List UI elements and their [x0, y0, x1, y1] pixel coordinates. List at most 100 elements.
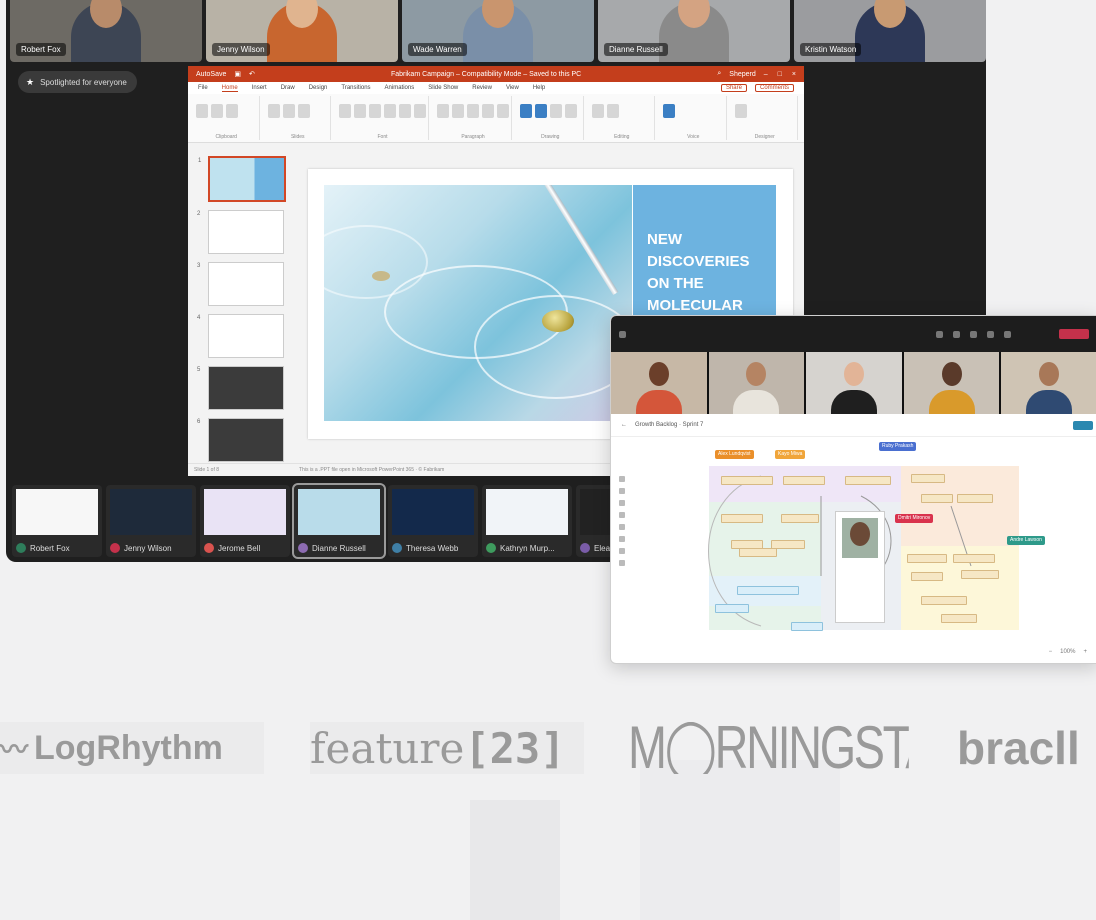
ribbon-buttons[interactable]	[518, 96, 583, 126]
slide-thumbnail[interactable]: 3	[197, 262, 284, 306]
close-icon[interactable]: ×	[792, 71, 796, 78]
sticky-note[interactable]	[783, 476, 825, 485]
avatar	[110, 543, 120, 553]
people-icon[interactable]	[953, 330, 960, 338]
slide-thumbnail[interactable]: 5	[197, 366, 284, 410]
sticky-note[interactable]	[957, 494, 993, 503]
undo-icon[interactable]: ↶	[249, 70, 255, 78]
participant-tile[interactable]: Kristin Watson	[794, 0, 986, 62]
comments-button[interactable]: Comments	[754, 84, 794, 92]
ppt-ribbon: Clipboard Slides Font Paragraph Drawing Editi…	[188, 94, 804, 143]
zoom-in-icon[interactable]: +	[1083, 649, 1087, 655]
menu-icon[interactable]	[619, 330, 626, 338]
autosave-toggle[interactable]: AutoSave	[196, 71, 226, 78]
save-icon[interactable]: ▣	[234, 70, 241, 78]
sticky-note[interactable]	[907, 554, 947, 563]
ribbon-buttons[interactable]	[661, 96, 726, 126]
maximize-icon[interactable]: □	[778, 71, 782, 78]
board-title: Growth Backlog · Sprint 7	[635, 422, 704, 428]
ribbon-buttons[interactable]	[435, 96, 511, 126]
whiteboard-participant-tile[interactable]	[903, 352, 1000, 414]
menu-item[interactable]: Transitions	[341, 85, 370, 91]
sticky-note[interactable]	[961, 570, 999, 579]
zoom-controls: − 100% +	[1049, 649, 1087, 655]
menu-item[interactable]: Insert	[252, 85, 267, 91]
sticky-note[interactable]	[739, 548, 777, 557]
menu-item[interactable]: File	[198, 85, 208, 91]
menu-item[interactable]: Review	[472, 85, 492, 91]
participant-name: Dianne Russell	[604, 43, 668, 56]
share-chip[interactable]	[1073, 420, 1093, 430]
minimize-icon[interactable]: –	[764, 71, 768, 78]
shared-screen-tile[interactable]: Robert Fox	[12, 485, 102, 557]
shared-screen-tile[interactable]: Jerome Bell	[200, 485, 290, 557]
menu-item[interactable]: Home	[221, 85, 238, 92]
ribbon-buttons[interactable]	[194, 96, 259, 126]
whiteboard-canvas[interactable]: Alex Lundqvist Kayo Miwa Ruby Prakash Dmitr…	[611, 436, 1096, 663]
sticky-note[interactable]	[845, 476, 891, 485]
owner-name: Jerome Bell	[218, 543, 261, 553]
sticky-note[interactable]	[721, 514, 763, 523]
participant-tile[interactable]: Dianne Russell	[598, 0, 790, 62]
slide-number: 2	[197, 211, 201, 217]
menu-item[interactable]: Help	[533, 85, 545, 91]
menu-item[interactable]: Slide Show	[428, 85, 458, 91]
morningstar-wordmark: M◯RNINGSTAR	[628, 722, 909, 774]
sticky-note[interactable]	[911, 572, 943, 581]
camera-icon[interactable]	[987, 330, 994, 338]
sticky-note[interactable]	[941, 614, 977, 623]
slide-thumbnail[interactable]: 2	[197, 210, 284, 254]
whiteboard-participant-tile[interactable]	[1001, 352, 1096, 414]
shared-screen-tile[interactable]: Dianne Russell	[292, 483, 386, 559]
sticky-note[interactable]	[737, 586, 799, 595]
ribbon-buttons[interactable]	[590, 96, 655, 126]
participant-face	[1039, 362, 1060, 386]
sticky-note[interactable]	[921, 596, 967, 605]
menu-item[interactable]: Draw	[281, 85, 295, 91]
sticky-note[interactable]	[791, 622, 823, 631]
sticky-note[interactable]	[911, 474, 945, 483]
participant-tile[interactable]: Wade Warren	[402, 0, 594, 62]
leave-button[interactable]	[1059, 329, 1089, 339]
ribbon-buttons[interactable]	[266, 96, 331, 126]
whiteboard-participant-tile[interactable]	[806, 352, 902, 414]
participant-tile[interactable]: Robert Fox	[10, 0, 202, 62]
logrhythm-logo: 〰 LogRhythm	[0, 722, 264, 774]
menu-item[interactable]: Design	[309, 85, 328, 91]
whiteboard-participant-tile[interactable]	[611, 352, 707, 414]
reactions-icon[interactable]	[970, 330, 977, 338]
slide-thumbnail[interactable]: 4	[197, 314, 284, 358]
ribbon-buttons[interactable]	[733, 96, 798, 126]
cursor-tag: Alex Lundqvist	[715, 450, 754, 459]
zoom-level[interactable]: 100%	[1060, 649, 1075, 655]
sticky-note[interactable]	[781, 514, 819, 523]
sticky-note[interactable]	[921, 494, 953, 503]
shared-screen-tile[interactable]: Jenny Wilson	[106, 485, 196, 557]
search-icon[interactable]: ⌕	[717, 70, 721, 78]
menu-item[interactable]: View	[506, 85, 519, 91]
share-button[interactable]: Share	[720, 84, 747, 92]
participant-tile[interactable]: Jenny Wilson	[206, 0, 398, 62]
shared-screen-tile[interactable]: Kathryn Murp...	[482, 485, 572, 557]
mic-icon[interactable]	[1004, 330, 1011, 338]
slide-thumbnail[interactable]: 6	[197, 418, 284, 462]
background-shape	[640, 760, 840, 920]
ribbon-group: Font	[337, 96, 429, 140]
sticky-note[interactable]	[721, 476, 773, 485]
user-name[interactable]: Sheperd	[729, 71, 755, 78]
ribbon-group: Clipboard	[194, 96, 260, 140]
zoom-out-icon[interactable]: −	[1049, 649, 1053, 655]
ribbon-group-label: Designer	[754, 134, 775, 140]
star-icon: ★	[26, 76, 35, 87]
ribbon-group-label: Clipboard	[215, 134, 237, 140]
back-icon[interactable]: ←	[621, 422, 627, 428]
shared-screen-tile[interactable]: Theresa Webb	[388, 485, 478, 557]
slide-thumbnail[interactable]: 1	[198, 156, 286, 202]
screen-preview	[392, 489, 474, 535]
menu-item[interactable]: Animations	[385, 85, 415, 91]
sticky-note[interactable]	[953, 554, 995, 563]
ribbon-buttons[interactable]	[337, 96, 428, 126]
sticky-note[interactable]	[715, 604, 749, 613]
whiteboard-participant-tile[interactable]	[708, 352, 805, 414]
chat-icon[interactable]	[936, 330, 943, 338]
